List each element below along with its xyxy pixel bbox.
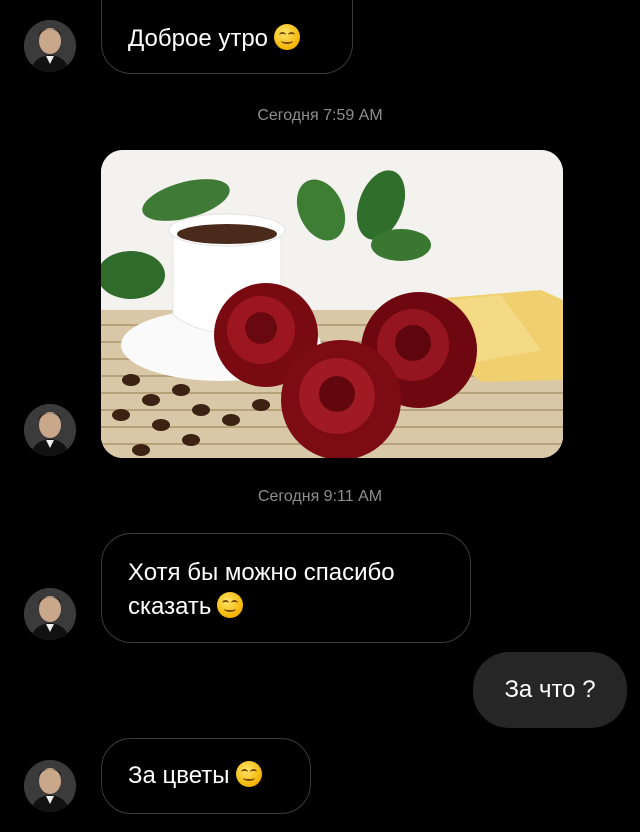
avatar[interactable] bbox=[24, 760, 76, 812]
profile-photo-icon bbox=[24, 20, 76, 72]
avatar[interactable] bbox=[24, 20, 76, 72]
avatar[interactable] bbox=[24, 404, 76, 456]
message-bubble[interactable]: Хотя бы можно спасибо сказать bbox=[101, 533, 471, 643]
coffee-roses-photo bbox=[101, 150, 563, 458]
message-text: сказать bbox=[128, 593, 212, 620]
profile-photo-icon bbox=[24, 760, 76, 812]
avatar[interactable] bbox=[24, 588, 76, 640]
timestamp: Сегодня 9:11 AM bbox=[257, 488, 383, 505]
message-text: За что ? bbox=[504, 676, 596, 703]
smiling-face-icon bbox=[217, 592, 244, 618]
message-bubble[interactable]: За цветы bbox=[101, 738, 311, 814]
outgoing-message-bubble[interactable]: За что ? bbox=[473, 652, 627, 728]
timestamp: Сегодня 7:59 AM bbox=[257, 107, 383, 124]
message-text: Доброе утро bbox=[128, 25, 269, 52]
profile-photo-icon bbox=[24, 588, 76, 640]
smiling-face-icon bbox=[235, 761, 262, 787]
profile-photo-icon bbox=[24, 404, 76, 456]
message-bubble[interactable]: Доброе утро bbox=[101, 0, 353, 74]
message-text: За цветы bbox=[128, 762, 230, 789]
message-text: Хотя бы можно спасибо bbox=[128, 559, 395, 586]
smiling-face-icon bbox=[274, 24, 301, 50]
photo-message[interactable] bbox=[101, 150, 563, 458]
